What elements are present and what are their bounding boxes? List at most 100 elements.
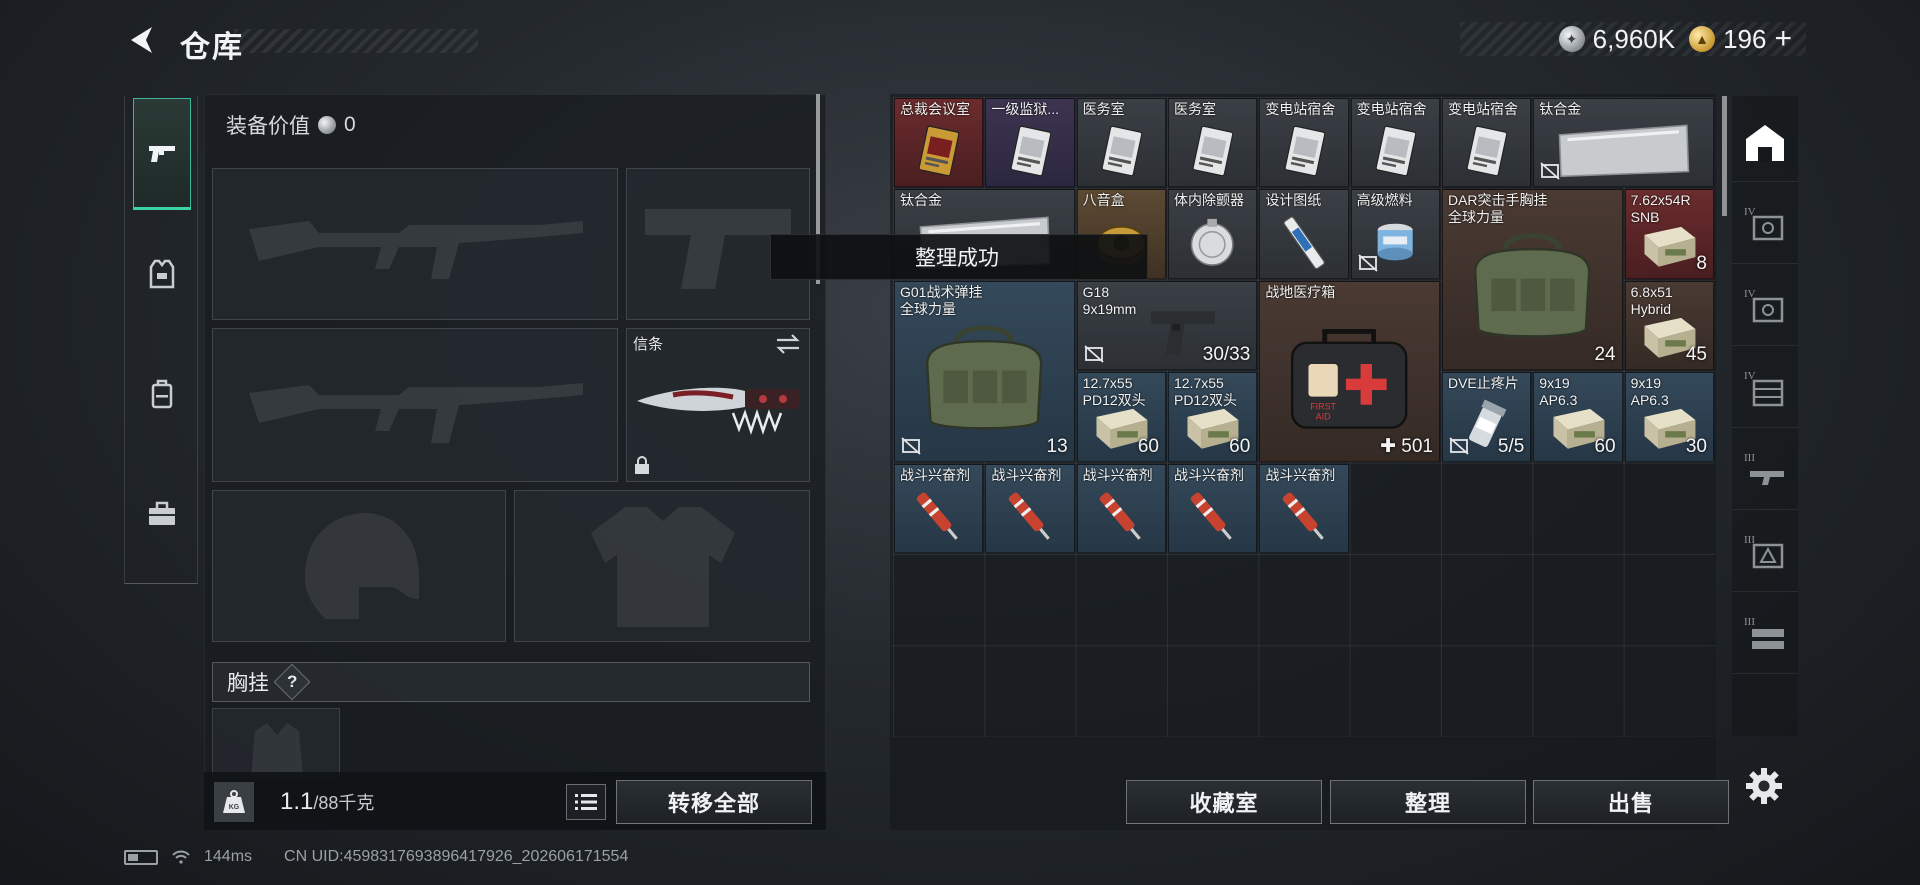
chest-rig-silhouette-icon [251, 723, 303, 777]
item-name: 战斗兴奋剂 [1265, 466, 1336, 483]
stash-item[interactable]: 9x19 AP6.3 60 [1533, 372, 1623, 462]
equipment-category-column [124, 96, 198, 584]
silver-currency: ✦ 6,960K [1558, 24, 1675, 55]
lock-icon [635, 456, 649, 474]
stash-tab-column: IV IV IV III III III [1732, 96, 1798, 736]
stash-item[interactable]: 12.7x55 PD12双头 60 [1167, 372, 1258, 462]
settings-gear-icon[interactable] [1742, 764, 1786, 808]
stash-item[interactable]: DVE止疼片 5/5 [1441, 372, 1532, 462]
category-case[interactable] [133, 458, 191, 570]
item-name: 八音盒 [1082, 192, 1125, 209]
transfer-all-button[interactable]: 转移全部 [616, 780, 812, 824]
keycard-icon [1010, 125, 1052, 177]
equipment-value-label: 装备价值 [226, 115, 310, 138]
stash-item[interactable]: 9x19 AP6.3 30 [1624, 372, 1714, 462]
chest-rig-slot[interactable] [212, 708, 340, 778]
swap-icon[interactable] [775, 333, 801, 355]
stash-item[interactable]: 医务室 [1076, 98, 1166, 188]
item-quantity: 45 [1685, 344, 1707, 366]
sell-button[interactable]: 出售 [1533, 780, 1729, 824]
keycard-icon [1101, 125, 1143, 177]
item-name: 高级燃料 [1356, 192, 1413, 209]
list-view-button[interactable] [566, 784, 606, 820]
item-name: 设计图纸 [1265, 192, 1322, 209]
stash-item[interactable]: 战斗兴奋剂 [1167, 463, 1258, 553]
category-armor[interactable] [133, 218, 191, 330]
safe-box-icon: IV [1744, 206, 1784, 240]
collection-room-button[interactable]: 收藏室 [1126, 780, 1322, 824]
stash-item[interactable]: 医务室 [1167, 98, 1258, 188]
blueprint-icon [1283, 216, 1325, 269]
item-name: G01战术弹挂 全球力量 [900, 283, 983, 317]
backpack-icon [151, 379, 173, 409]
chest-rig-icon [1474, 233, 1591, 338]
kit-label-text: AID [1316, 411, 1331, 421]
stash-tab-4b[interactable]: IV [1732, 266, 1798, 346]
currency-bar: ✦ 6,960K ▲ 196 + [1460, 22, 1806, 56]
stash-tab-main[interactable] [1732, 102, 1798, 182]
stash-item[interactable]: 变电站宿舍 [1350, 98, 1440, 188]
item-name: 钛合金 [900, 192, 942, 209]
stash-item[interactable]: FIRST AID 战地医疗箱 ✚ 501 [1259, 280, 1440, 462]
no-insurance-icon [901, 436, 921, 455]
body-armor-slot[interactable] [514, 490, 810, 642]
add-currency-button[interactable]: + [1774, 24, 1792, 54]
stash-item[interactable]: 12.7x55 PD12双头 60 [1076, 372, 1166, 462]
back-button[interactable] [124, 22, 160, 58]
item-name: DAR突击手胸挂 全球力量 [1447, 192, 1548, 226]
no-insurance-icon [1084, 345, 1104, 363]
stash-tab-3c[interactable]: III [1732, 594, 1798, 674]
stash-item[interactable]: 一级监狱... [985, 98, 1075, 188]
weight-readout: 1.1/88千克 [280, 788, 374, 816]
category-weapon[interactable] [133, 98, 191, 210]
stash-tab-3b[interactable]: III [1732, 512, 1798, 592]
stash-item[interactable]: 战斗兴奋剂 [894, 463, 984, 553]
stash-item[interactable]: 设计图纸 [1259, 189, 1349, 279]
stash-item[interactable]: G18 9x19mm 30/33 [1076, 280, 1258, 371]
helmet-slot[interactable] [212, 490, 506, 642]
kit-label-text: FIRST [1311, 401, 1337, 411]
item-name: 12.7x55 PD12双头 [1173, 375, 1238, 409]
stash-item[interactable]: DAR突击手胸挂 全球力量 24 [1441, 189, 1623, 371]
item-name: 医务室 [1173, 101, 1216, 117]
stash-item[interactable]: 战斗兴奋剂 [1076, 463, 1166, 553]
svg-text:III: III [1744, 452, 1755, 464]
stash-tab-4a[interactable]: IV [1732, 184, 1798, 264]
stash-tab-3a[interactable]: III [1732, 430, 1798, 510]
item-name: 战斗兴奋剂 [900, 466, 970, 483]
stash-item[interactable]: 6.8x51 Hybrid 45 [1624, 280, 1714, 371]
syringe-icon [917, 492, 959, 540]
stash-item[interactable]: 变电站宿舍 [1441, 98, 1532, 188]
stash-item[interactable]: 战斗兴奋剂 [985, 463, 1075, 553]
svg-text:KG: KG [229, 804, 240, 811]
item-name: 战斗兴奋剂 [1082, 466, 1153, 483]
wifi-icon [172, 850, 190, 864]
knife-icon [637, 387, 799, 435]
metal-plate-icon [1559, 124, 1690, 178]
stash-grid[interactable]: 总裁会议室 一级监狱... 医务室 医务室 变电站宿舍 变电站宿舍 变电站宿舍 … [893, 97, 1715, 737]
secondary-weapon-slot[interactable] [212, 328, 618, 482]
item-name: 战斗兴奋剂 [1173, 466, 1244, 483]
stash-scrollbar[interactable] [1722, 96, 1727, 216]
stash-item[interactable]: G01战术弹挂 全球力量 13 [894, 280, 1075, 462]
stash-tab-4c[interactable]: IV [1732, 348, 1798, 428]
stash-item[interactable]: 总裁会议室 [894, 98, 984, 188]
stash-item[interactable]: 钛合金 [1533, 98, 1714, 188]
item-quantity: ✚ 501 [1380, 435, 1433, 457]
medical-box-icon: III [1744, 534, 1784, 568]
stash-item[interactable]: 7.62x54R SNB 8 [1624, 189, 1714, 279]
stash-item[interactable]: 体内除颤器 [1167, 189, 1258, 279]
stash-item[interactable]: 高级燃料 [1350, 189, 1440, 279]
help-icon[interactable]: ? [273, 663, 311, 701]
stash-item[interactable]: 变电站宿舍 [1259, 98, 1349, 188]
category-backpack[interactable] [133, 338, 191, 450]
item-name: 7.62x54R SNB [1630, 192, 1691, 226]
item-quantity: 5/5 [1497, 435, 1525, 457]
stash-item[interactable]: 战斗兴奋剂 [1259, 463, 1349, 553]
primary-weapon-slot[interactable] [212, 168, 618, 320]
sort-button[interactable]: 整理 [1330, 780, 1526, 824]
ping-text: 144ms [204, 848, 253, 865]
melee-slot[interactable]: 信条 [626, 328, 810, 482]
armor-silhouette-icon [591, 507, 735, 627]
gold-coin-icon: ▲ [1689, 26, 1716, 52]
